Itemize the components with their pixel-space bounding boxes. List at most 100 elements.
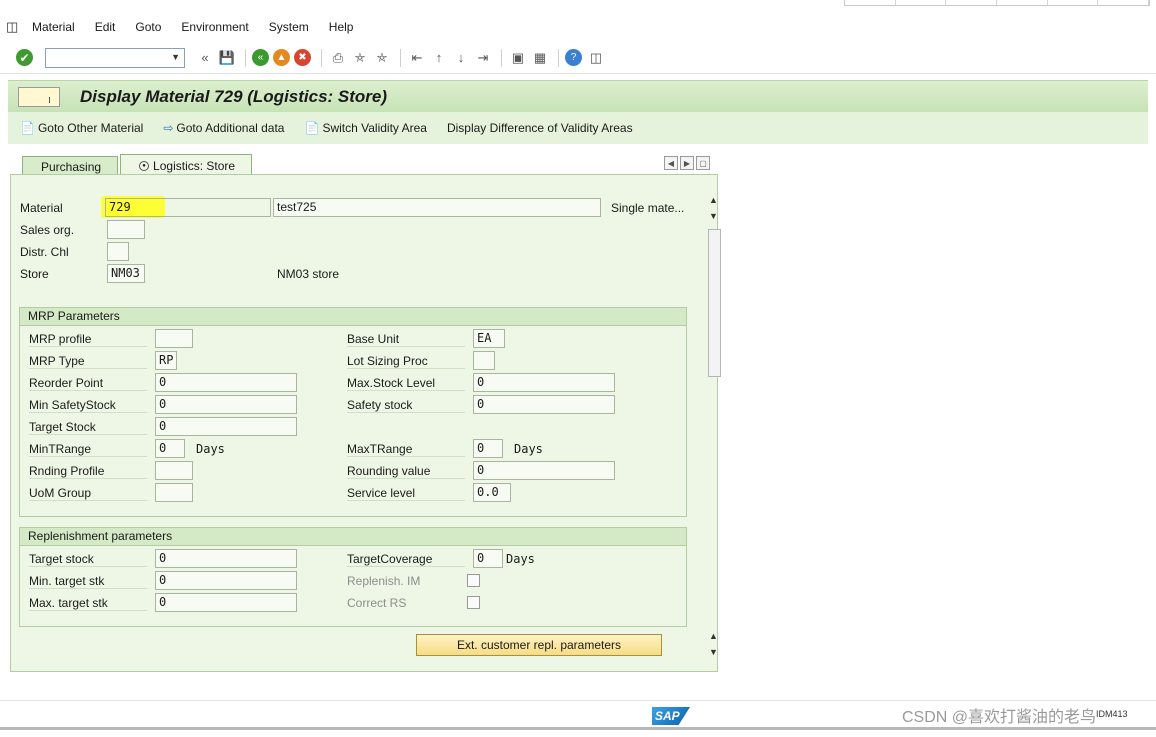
tab-scroll-left-icon[interactable]: ◀	[664, 156, 678, 170]
rounding-profile-field[interactable]	[155, 461, 193, 480]
watermark-text: CSDN @喜欢打酱油的老鸟	[902, 709, 1097, 726]
service-level-label: Service level	[347, 486, 465, 501]
sales-org-field[interactable]	[107, 220, 145, 239]
scroll-down-icon[interactable]: ▼	[709, 211, 718, 221]
menu-goto[interactable]: Goto	[135, 20, 161, 34]
mrp-type-field[interactable]: RP	[155, 351, 177, 370]
chevron-down-icon[interactable]: ▼	[171, 52, 180, 62]
uom-group-label: UoM Group	[29, 486, 147, 501]
customize-layout-icon[interactable]: ◫	[586, 48, 606, 68]
rounding-value-field[interactable]: 0	[473, 461, 615, 480]
reorder-point-field[interactable]: 0	[155, 373, 297, 392]
goto-additional-data-label: Goto Additional data	[176, 121, 285, 135]
max-trange-label: MaxTRange	[347, 442, 465, 457]
window-menu-icon[interactable]: ◫	[6, 19, 24, 35]
max-trange-field[interactable]: 0	[473, 439, 503, 458]
system-info[interactable]: IDM413	[1096, 709, 1128, 719]
tab-list-icon[interactable]: ▢	[696, 156, 710, 170]
title-bar: Display Material 729 (Logistics: Store)	[8, 80, 1148, 112]
uom-group-field[interactable]	[155, 483, 193, 502]
tab-logistics-store[interactable]: ● Logistics: Store	[120, 154, 253, 176]
back-double-icon[interactable]: «	[195, 48, 215, 68]
target-coverage-field[interactable]: 0	[473, 549, 503, 568]
ext-customer-repl-parameters-button[interactable]: Ext. customer repl. parameters	[416, 634, 662, 656]
distr-chl-field[interactable]	[107, 242, 129, 261]
menu-help[interactable]: Help	[329, 20, 354, 34]
display-difference-button[interactable]: Display Difference of Validity Areas	[447, 121, 633, 135]
hide-toolbar-icon[interactable]	[18, 86, 60, 107]
toolbar-separator	[400, 48, 401, 67]
goto-other-material-button[interactable]: 📄 Goto Other Material	[20, 121, 143, 135]
min-safety-stock-field[interactable]: 0	[155, 395, 297, 414]
command-field[interactable]: ▼	[45, 47, 185, 68]
service-level-field[interactable]: 0.0	[473, 483, 511, 502]
mrp-parameters-title: MRP Parameters	[20, 308, 686, 326]
material-type-text: Single mate...	[611, 201, 685, 215]
goto-additional-data-button[interactable]: ⇨ Goto Additional data	[163, 121, 284, 135]
mrp-type-label: MRP Type	[29, 354, 147, 369]
target-stock-field[interactable]: 0	[155, 417, 297, 436]
next-page-icon[interactable]: ↓	[451, 48, 471, 68]
last-page-icon[interactable]: ⇥	[473, 48, 493, 68]
switch-validity-area-button[interactable]: 📄 Switch Validity Area	[304, 121, 426, 135]
tab-navigation: ◀ ▶ ▢	[662, 156, 710, 170]
tab-scroll-right-icon[interactable]: ▶	[680, 156, 694, 170]
vertical-scrollbar[interactable]: ▲ ▼ ▲ ▼	[707, 193, 721, 663]
min-target-stock-field[interactable]: 0	[155, 571, 297, 590]
find-next-icon[interactable]: ⛤	[372, 48, 392, 68]
menu-edit[interactable]: Edit	[95, 20, 116, 34]
back-icon[interactable]: «	[252, 49, 269, 66]
correct-rs-checkbox[interactable]	[467, 596, 480, 609]
new-session-icon[interactable]: ▣	[508, 48, 528, 68]
menu-environment[interactable]: Environment	[181, 20, 248, 34]
tab-content-panel: Material 729 test725 Single mate... Sale…	[10, 174, 721, 672]
tab-purchasing[interactable]: Purchasing	[22, 156, 119, 176]
rounding-value-label: Rounding value	[347, 464, 465, 479]
shortcut-icon[interactable]: ▦	[530, 48, 550, 68]
material-description-field[interactable]: test725	[273, 198, 601, 217]
scroll-up-icon[interactable]: ▲	[709, 195, 718, 205]
scroll-up-icon[interactable]: ▲	[709, 631, 718, 641]
min-trange-unit: Days	[196, 442, 225, 456]
switch-validity-area-label: Switch Validity Area	[322, 121, 427, 135]
replenishment-parameters-title: Replenishment parameters	[20, 528, 686, 546]
max-target-stock-field[interactable]: 0	[155, 593, 297, 612]
max-target-stock-label: Max. target stk	[29, 596, 147, 611]
safety-stock-field[interactable]: 0	[473, 395, 615, 414]
correct-rs-label: Correct RS	[347, 596, 407, 610]
scroll-down-icon[interactable]: ▼	[709, 647, 718, 657]
help-icon[interactable]: ?	[565, 49, 582, 66]
replenish-im-checkbox[interactable]	[467, 574, 480, 587]
tab-logistics-store-label: Logistics: Store	[153, 158, 236, 173]
application-toolbar: 📄 Goto Other Material ⇨ Goto Additional …	[8, 112, 1148, 144]
exit-icon[interactable]: ▲	[273, 49, 290, 66]
base-unit-field[interactable]: EA	[473, 329, 505, 348]
print-icon[interactable]: ⎙	[328, 48, 348, 68]
repl-target-stock-field[interactable]: 0	[155, 549, 297, 568]
previous-page-icon[interactable]: ↑	[429, 48, 449, 68]
standard-toolbar: ✔ ▼ « 💾 « ▲ ✖ ⎙ ⛤ ⛤ ⇤ ↑ ↓ ⇥ ▣ ▦ ? ◫	[0, 42, 1156, 74]
safety-stock-label: Safety stock	[347, 398, 465, 413]
menu-material[interactable]: Material	[32, 20, 75, 34]
store-description: NM03 store	[277, 267, 340, 281]
mrp-profile-field[interactable]	[155, 329, 193, 348]
save-icon[interactable]: 💾	[217, 48, 237, 68]
enter-check-icon[interactable]: ✔	[16, 49, 33, 66]
document-icon: 📄	[20, 121, 35, 135]
rounding-profile-label: Rnding Profile	[29, 464, 147, 479]
cancel-icon[interactable]: ✖	[294, 49, 311, 66]
min-trange-field[interactable]: 0	[155, 439, 185, 458]
distr-chl-label: Distr. Chl	[20, 245, 69, 259]
first-page-icon[interactable]: ⇤	[407, 48, 427, 68]
status-bar: SAP CSDN @喜欢打酱油的老鸟 IDM413	[0, 700, 1156, 737]
menu-system[interactable]: System	[269, 20, 309, 34]
max-stock-level-label: Max.Stock Level	[347, 376, 465, 391]
max-stock-level-field[interactable]: 0	[473, 373, 615, 392]
store-field[interactable]: NM03	[107, 264, 145, 283]
lot-sizing-field[interactable]	[473, 351, 495, 370]
find-icon[interactable]: ⛤	[350, 48, 370, 68]
page-title: Display Material 729 (Logistics: Store)	[80, 86, 388, 106]
scrollbar-thumb[interactable]	[708, 229, 721, 377]
material-field[interactable]: 729	[105, 198, 271, 217]
window-frame-top	[844, 0, 1150, 6]
